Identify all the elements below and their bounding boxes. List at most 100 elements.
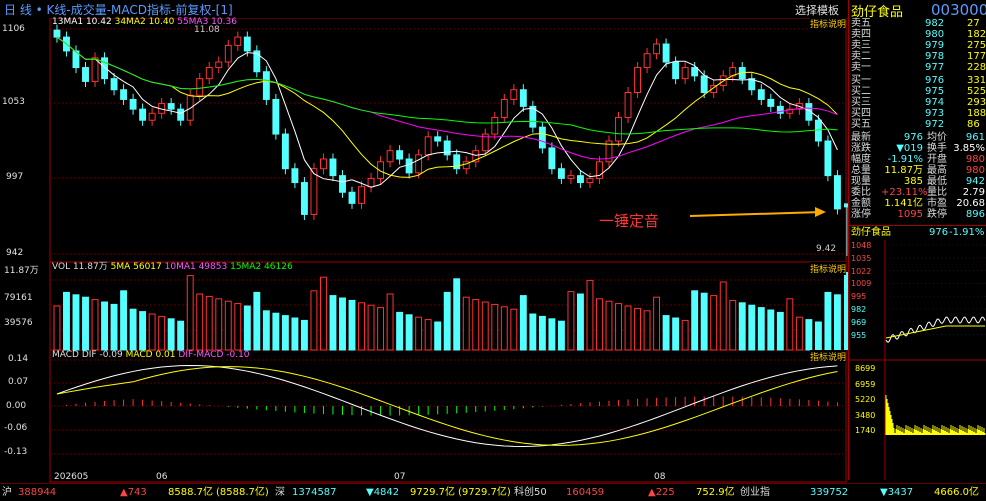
ask-row[interactable]: 卖五 982 27 [849,18,986,29]
mini-vol-tick: 8699 [855,364,876,373]
candle-body [653,43,661,55]
y-tick-1106: 1106 [2,24,25,34]
volume-bar [748,304,756,351]
volume-bar [205,295,213,351]
bid-row[interactable]: 买二 975 525 [849,86,986,97]
volume-bar [224,300,232,351]
ticker-sh-amount: 8588.7亿 [168,487,213,498]
select-template-button[interactable]: 选择模板 [795,2,839,18]
volume-bar [215,298,223,351]
candle-body [281,133,289,170]
candle-body [396,150,404,160]
bid-row[interactable]: 买一 976 331 [849,75,986,86]
volume-bar [643,310,651,351]
vol-help-button[interactable]: 指标说明 [810,262,847,275]
macd-tick-0: 0.14 [8,354,29,364]
candle-body [215,61,223,69]
candle-body [386,150,394,163]
period-label[interactable]: 日 线 • K线-成交量-MACD指标-前复权-[1] [4,1,233,18]
ticker-sh-value: 388944 [18,487,57,498]
candle-body [110,78,118,91]
volume-bar [63,291,70,351]
volume-bar [348,299,356,351]
volume-bar [329,295,337,351]
annotation-arrow [689,211,823,217]
bid-row[interactable]: 买三 974 293 [849,97,986,108]
volume-bar [481,301,489,351]
main-chart[interactable] [0,18,848,483]
vol-legend: VOL 11.87万 5MA 56017 10MA1 49853 15MA2 4… [52,262,293,272]
ticker-sh-name[interactable]: 沪 [2,485,12,501]
index-ticker: 沪 388944 ▲743 8588.7亿 (8588.7亿) 深 137458… [0,483,986,501]
ma-line [56,36,838,188]
candle-body [814,119,822,142]
mini-vol-tick: 6959 [855,379,876,389]
candle-body [139,108,147,121]
ask-row[interactable]: 卖三 979 275 [849,40,986,51]
ticker-cy-name[interactable]: 创业指 [740,485,770,501]
volume-bar [634,307,642,351]
candle-body [615,116,622,142]
ticker-kc-chg: ▲225 [648,487,675,498]
candle-body [624,92,632,118]
volume-bar [158,315,166,351]
candle-body [700,75,708,94]
volume-bar [500,306,508,351]
macd-legend: MACD DIF -0.09 MACD 0.01 DIF-MACD -0.10 [52,350,250,360]
volume-bar [424,319,432,351]
candle-body [129,98,137,110]
mini-vol-tick: 3480 [855,410,876,420]
ask-row[interactable]: 卖一 977 228 [849,62,986,73]
volume-bar [738,302,746,351]
volume-bar [148,313,156,351]
bid-row[interactable]: 买四 973 188 [849,108,986,119]
ma2-legend: 34MA2 10.40 [114,17,175,27]
volume-bar [443,291,451,351]
candle-body [662,43,670,63]
volume-bar [805,319,813,351]
volume-bar [101,301,108,351]
ticker-kc-name[interactable]: 科创50 [514,485,547,501]
volume-bar [710,295,718,351]
volume-bar [786,298,794,351]
candle-body [196,78,204,96]
stat-row: 金额 1.141亿 市盈 20.68 [851,198,985,209]
candle-body [272,98,280,135]
candle-body [339,175,346,193]
volume-bar [833,294,841,351]
volume-bar [139,311,147,351]
volume-bar [557,320,565,351]
volume-bar [795,316,803,351]
ticker-cy-amount: 4666.0亿 [934,487,979,498]
candle-body [833,175,841,210]
mini-y-tick: 955 [851,330,867,340]
volume-bar [386,293,394,351]
candle-body [329,158,337,177]
volume-bar [462,296,470,351]
ticker-kc-value: 160459 [566,487,605,498]
volume-bar [529,313,537,351]
ticker-sz-amount: 9729.7亿 [410,487,455,498]
ask-row[interactable]: 卖二 978 177 [849,51,986,62]
candle-body [757,89,765,100]
mini-y-tick: 969 [851,317,867,327]
stat-row: 最新 976 均价 961 [851,132,985,143]
candle-body [681,67,689,80]
macd-help-button[interactable]: 指标说明 [810,350,847,363]
kline-help-button[interactable]: 指标说明 [810,17,847,30]
candle-body [177,108,185,121]
ask-row[interactable]: 卖四 980 182 [849,29,986,40]
volume-bar [824,291,832,351]
candle-body [148,112,156,121]
candle-body [300,182,308,215]
ticker-sz-name[interactable]: 深 [275,485,285,501]
mini-vol-tick: 5220 [855,395,876,404]
x-tick-06: 06 [156,472,168,482]
bid-row[interactable]: 买五 972 86 [849,119,986,130]
macd-tick-1: 0.07 [8,377,29,387]
volume-bar [272,312,280,351]
candle-body [576,175,584,184]
x-tick-08: 08 [654,472,666,482]
candle-body [567,175,575,179]
stat-row: 现量 385 最低 942 [851,176,985,187]
